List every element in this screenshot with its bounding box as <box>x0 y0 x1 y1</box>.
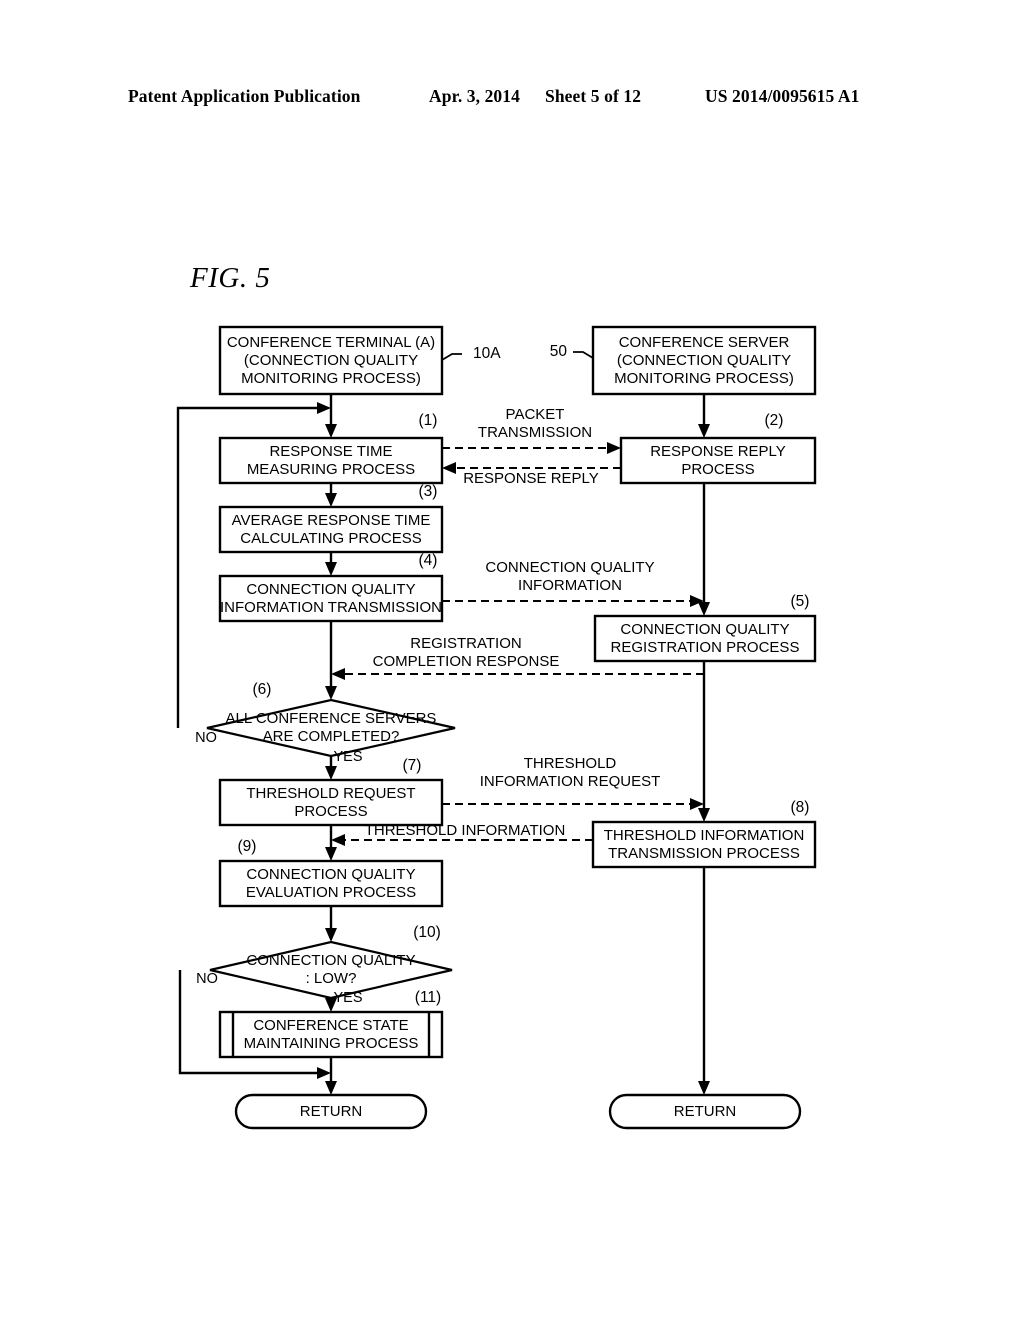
patent-page: Patent Application Publication Apr. 3, 2… <box>0 0 1024 1320</box>
step-11-line1: CONFERENCE STATE <box>253 1017 408 1034</box>
step-11-line2: MAINTAINING PROCESS <box>244 1035 419 1052</box>
arrow-into-step7 <box>325 766 337 780</box>
step-6-no-label: NO <box>195 730 217 746</box>
step-2-number: (2) <box>765 412 784 429</box>
step-6-number: (6) <box>253 681 272 698</box>
step-3-number: (3) <box>419 483 438 500</box>
threshold-information-line1: THRESHOLD INFORMATION <box>365 822 566 839</box>
step-1-number: (1) <box>419 412 438 429</box>
server-ref-50: 50 <box>550 343 568 360</box>
step-6-line1: ALL CONFERENCE SERVERS <box>226 710 437 727</box>
step-5-line2: REGISTRATION PROCESS <box>611 639 800 656</box>
lane-header-terminal: CONFERENCE TERMINAL (A) (CONNECTION QUAL… <box>218 325 501 396</box>
server-title-line3: MONITORING PROCESS) <box>614 370 794 387</box>
response-reply-line1: RESPONSE REPLY <box>463 470 599 487</box>
arrow-into-return-server <box>698 1081 710 1095</box>
terminal-title-line3: MONITORING PROCESS) <box>241 370 421 387</box>
server-ref-leader <box>573 351 594 359</box>
step-7-line1: THRESHOLD REQUEST <box>246 785 415 802</box>
arrow-into-step9 <box>325 847 337 861</box>
threshold-information-request-line1: THRESHOLD <box>524 755 617 772</box>
step-10-decision: CONNECTION QUALITY : LOW? (10) NO YES <box>196 924 453 1006</box>
step-8-line2: TRANSMISSION PROCESS <box>608 845 800 862</box>
step-4-line1: CONNECTION QUALITY <box>246 581 415 598</box>
terminal-ref-10a: 10A <box>473 345 501 362</box>
return-server: RETURN <box>608 1093 802 1130</box>
step-9-number: (9) <box>238 838 257 855</box>
arrow-into-return-terminal <box>325 1081 337 1095</box>
packet-transmission-line1: PACKET <box>506 406 565 423</box>
step-8-line1: THRESHOLD INFORMATION <box>604 827 805 844</box>
threshold-information-request-line2: INFORMATION REQUEST <box>480 773 661 790</box>
step-2-line1: RESPONSE REPLY <box>650 443 786 460</box>
arrow-into-step4 <box>325 562 337 576</box>
return-terminal: RETURN <box>234 1093 428 1130</box>
step-10-no-label: NO <box>196 971 218 987</box>
step-10-number: (10) <box>413 924 441 941</box>
arrow-into-step10 <box>325 928 337 942</box>
step-10-line1: CONNECTION QUALITY <box>246 952 415 969</box>
return-terminal-label: RETURN <box>300 1103 363 1120</box>
arrow-into-step3 <box>325 493 337 507</box>
step-6-decision: ALL CONFERENCE SERVERS ARE COMPLETED? (6… <box>195 681 456 765</box>
step-6-line2: ARE COMPLETED? <box>263 728 400 745</box>
step-9-line2: EVALUATION PROCESS <box>246 884 416 901</box>
flowchart: CONFERENCE TERMINAL (A) (CONNECTION QUAL… <box>176 325 817 1130</box>
step-3-line2: CALCULATING PROCESS <box>240 530 421 547</box>
step-2: RESPONSE REPLY PROCESS (2) <box>619 412 817 485</box>
connection-quality-information-line1: CONNECTION QUALITY <box>485 559 654 576</box>
terminal-ref-leader <box>441 353 462 361</box>
step-4-line2: INFORMATION TRANSMISSION <box>220 599 442 616</box>
response-reply-arrowhead <box>442 462 456 474</box>
lane-header-server: CONFERENCE SERVER (CONNECTION QUALITY MO… <box>550 325 817 396</box>
step-6-yes-label: YES <box>333 749 362 765</box>
step-10-yes-label: YES <box>333 990 362 1006</box>
arrow-into-step1 <box>325 424 337 438</box>
packet-transmission-arrowhead <box>607 442 621 454</box>
step-8-number: (8) <box>791 799 810 816</box>
arrow-into-step5 <box>698 602 710 616</box>
arrow-bypass-no-step10 <box>317 1067 331 1079</box>
step-3-line1: AVERAGE RESPONSE TIME <box>232 512 431 529</box>
terminal-title-line1: CONFERENCE TERMINAL (A) <box>227 334 435 351</box>
arrow-into-step2 <box>698 424 710 438</box>
message-threshold-information-request: THRESHOLD INFORMATION REQUEST <box>442 755 704 810</box>
registration-completion-response-line2: COMPLETION RESPONSE <box>373 653 560 670</box>
arrow-into-step6 <box>325 686 337 700</box>
arrow-into-step8 <box>698 808 710 822</box>
step-5-number: (5) <box>791 593 810 610</box>
message-response-reply: RESPONSE REPLY <box>442 462 621 487</box>
message-threshold-information: THRESHOLD INFORMATION <box>331 822 593 846</box>
threshold-information-arrowhead <box>331 834 345 846</box>
message-connection-quality-information: CONNECTION QUALITY INFORMATION <box>442 559 704 607</box>
step-7-line2: PROCESS <box>294 803 367 820</box>
step-1-line2: MEASURING PROCESS <box>247 461 415 478</box>
step-4-number: (4) <box>419 552 438 569</box>
packet-transmission-line2: TRANSMISSION <box>478 424 592 441</box>
connection-quality-information-line2: INFORMATION <box>518 577 622 594</box>
server-title-line2: (CONNECTION QUALITY <box>617 352 791 369</box>
step-2-line2: PROCESS <box>681 461 754 478</box>
message-packet-transmission: PACKET TRANSMISSION <box>442 406 621 454</box>
return-server-label: RETURN <box>674 1103 737 1120</box>
step-9-line1: CONNECTION QUALITY <box>246 866 415 883</box>
arrow-loop-no-step6 <box>317 402 331 414</box>
step-10-line2: : LOW? <box>306 970 357 987</box>
step-5-line1: CONNECTION QUALITY <box>620 621 789 638</box>
terminal-title-line2: (CONNECTION QUALITY <box>244 352 418 369</box>
server-title-line1: CONFERENCE SERVER <box>619 334 790 351</box>
registration-completion-response-line1: REGISTRATION <box>410 635 521 652</box>
registration-completion-response-arrowhead <box>331 668 345 680</box>
step-1-line1: RESPONSE TIME <box>269 443 392 460</box>
step-7-number: (7) <box>403 757 422 774</box>
step-11-number: (11) <box>415 989 441 1006</box>
